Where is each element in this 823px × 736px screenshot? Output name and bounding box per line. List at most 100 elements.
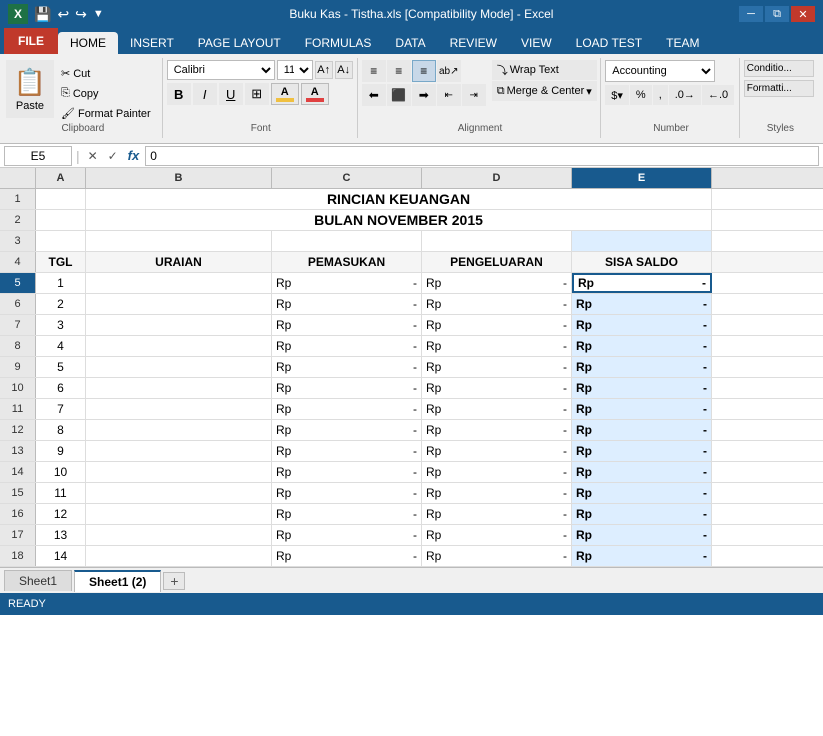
align-right-button[interactable]: ➡ — [412, 84, 436, 106]
cell-b7[interactable] — [86, 315, 272, 335]
cell-a4[interactable]: TGL — [36, 252, 86, 272]
cell-c11[interactable]: Rp- — [272, 399, 422, 419]
decrease-font-button[interactable]: A↓ — [335, 61, 353, 79]
cell-c14[interactable]: Rp- — [272, 462, 422, 482]
restore-button[interactable]: ⧉ — [765, 6, 789, 22]
cell-reference-input[interactable] — [4, 146, 72, 166]
cell-a12[interactable]: 8 — [36, 420, 86, 440]
cell-d11[interactable]: Rp- — [422, 399, 572, 419]
cell-b4[interactable]: URAIAN — [86, 252, 272, 272]
col-header-a[interactable]: A — [36, 168, 86, 188]
bold-button[interactable]: B — [167, 83, 191, 105]
cell-a11[interactable]: 7 — [36, 399, 86, 419]
quick-access-redo[interactable]: ↪ — [75, 6, 87, 23]
comma-button[interactable]: , — [653, 85, 668, 105]
col-header-e[interactable]: E — [572, 168, 712, 188]
cell-c12[interactable]: Rp- — [272, 420, 422, 440]
indent-increase-button[interactable]: ⇥ — [462, 84, 486, 106]
close-button[interactable]: ✕ — [791, 6, 815, 22]
cell-e16[interactable]: Rp- — [572, 504, 712, 524]
cell-d13[interactable]: Rp- — [422, 441, 572, 461]
cell-c13[interactable]: Rp- — [272, 441, 422, 461]
align-top-left-button[interactable]: ≡ — [362, 60, 386, 82]
cell-e10[interactable]: Rp- — [572, 378, 712, 398]
percent-button[interactable]: % — [630, 85, 652, 105]
italic-button[interactable]: I — [193, 83, 217, 105]
cell-e11[interactable]: Rp- — [572, 399, 712, 419]
cell-b3[interactable] — [86, 231, 272, 251]
col-header-d[interactable]: D — [422, 168, 572, 188]
cell-c18[interactable]: Rp- — [272, 546, 422, 566]
cell-e12[interactable]: Rp- — [572, 420, 712, 440]
cell-e8[interactable]: Rp- — [572, 336, 712, 356]
cell-b15[interactable] — [86, 483, 272, 503]
paste-button[interactable]: 📋 Paste — [6, 60, 54, 118]
cell-e17[interactable]: Rp- — [572, 525, 712, 545]
cell-e13[interactable]: Rp- — [572, 441, 712, 461]
cell-e5[interactable]: Rp- — [572, 273, 712, 293]
cell-e14[interactable]: Rp- — [572, 462, 712, 482]
cell-e18[interactable]: Rp- — [572, 546, 712, 566]
cell-a6[interactable]: 2 — [36, 294, 86, 314]
align-middle-button[interactable]: ≡ — [412, 60, 436, 82]
col-header-c[interactable]: C — [272, 168, 422, 188]
cell-d12[interactable]: Rp- — [422, 420, 572, 440]
tab-view[interactable]: VIEW — [509, 32, 564, 54]
wrap-text-button[interactable]: ⤵ Wrap Text — [492, 60, 597, 80]
cell-c17[interactable]: Rp- — [272, 525, 422, 545]
cell-b17[interactable] — [86, 525, 272, 545]
cell-a1[interactable] — [36, 189, 86, 209]
cell-c15[interactable]: Rp- — [272, 483, 422, 503]
cell-b10[interactable] — [86, 378, 272, 398]
tab-page-layout[interactable]: PAGE LAYOUT — [186, 32, 293, 54]
merge-center-button[interactable]: ⧉ Merge & Center ▾ — [492, 81, 597, 101]
cell-c5[interactable]: Rp- — [272, 273, 422, 293]
cell-c10[interactable]: Rp- — [272, 378, 422, 398]
tab-load-test[interactable]: LOAD TEST — [564, 32, 654, 54]
cell-a5[interactable]: 1 — [36, 273, 86, 293]
border-button[interactable]: ⊞ — [245, 83, 269, 105]
orientation-button[interactable]: ab↗ — [437, 60, 461, 82]
cell-e9[interactable]: Rp- — [572, 357, 712, 377]
conditional-formatting-button[interactable]: Conditio... — [744, 60, 814, 77]
add-sheet-button[interactable]: + — [163, 572, 185, 590]
cell-b2[interactable]: BULAN NOVEMBER 2015 — [86, 210, 712, 230]
tab-team[interactable]: TEAM — [654, 32, 711, 54]
quick-access-undo[interactable]: ↩ — [57, 6, 69, 23]
tab-home[interactable]: HOME — [58, 32, 118, 54]
cell-a18[interactable]: 14 — [36, 546, 86, 566]
cell-b5[interactable] — [86, 273, 272, 293]
cell-a17[interactable]: 13 — [36, 525, 86, 545]
cell-a7[interactable]: 3 — [36, 315, 86, 335]
cut-button[interactable]: ✂ Cut — [56, 64, 156, 83]
cell-b8[interactable] — [86, 336, 272, 356]
cell-d8[interactable]: Rp- — [422, 336, 572, 356]
currency-button[interactable]: $▾ — [605, 85, 629, 105]
cell-c8[interactable]: Rp- — [272, 336, 422, 356]
cell-d14[interactable]: Rp- — [422, 462, 572, 482]
tab-data[interactable]: DATA — [383, 32, 437, 54]
increase-font-button[interactable]: A↑ — [315, 61, 333, 79]
cell-e4[interactable]: SISA SALDO — [572, 252, 712, 272]
cell-b6[interactable] — [86, 294, 272, 314]
tab-formulas[interactable]: FORMULAS — [293, 32, 384, 54]
copy-button[interactable]: ⎘ Copy — [56, 84, 156, 103]
cell-a10[interactable]: 6 — [36, 378, 86, 398]
cell-a13[interactable]: 9 — [36, 441, 86, 461]
cell-e15[interactable]: Rp- — [572, 483, 712, 503]
cell-e7[interactable]: Rp- — [572, 315, 712, 335]
cancel-formula-icon[interactable]: ✕ — [84, 147, 102, 165]
cell-c7[interactable]: Rp- — [272, 315, 422, 335]
font-color-button[interactable]: A — [301, 83, 329, 105]
align-left-button[interactable]: ⬅ — [362, 84, 386, 106]
underline-button[interactable]: U — [219, 83, 243, 105]
cell-c16[interactable]: Rp- — [272, 504, 422, 524]
quick-access-save[interactable]: 💾 — [34, 6, 51, 23]
confirm-formula-icon[interactable]: ✓ — [104, 147, 122, 165]
cell-d9[interactable]: Rp- — [422, 357, 572, 377]
cell-b13[interactable] — [86, 441, 272, 461]
font-size-select[interactable]: 11 — [277, 60, 313, 80]
cell-b16[interactable] — [86, 504, 272, 524]
cell-d10[interactable]: Rp- — [422, 378, 572, 398]
tab-insert[interactable]: INSERT — [118, 32, 186, 54]
